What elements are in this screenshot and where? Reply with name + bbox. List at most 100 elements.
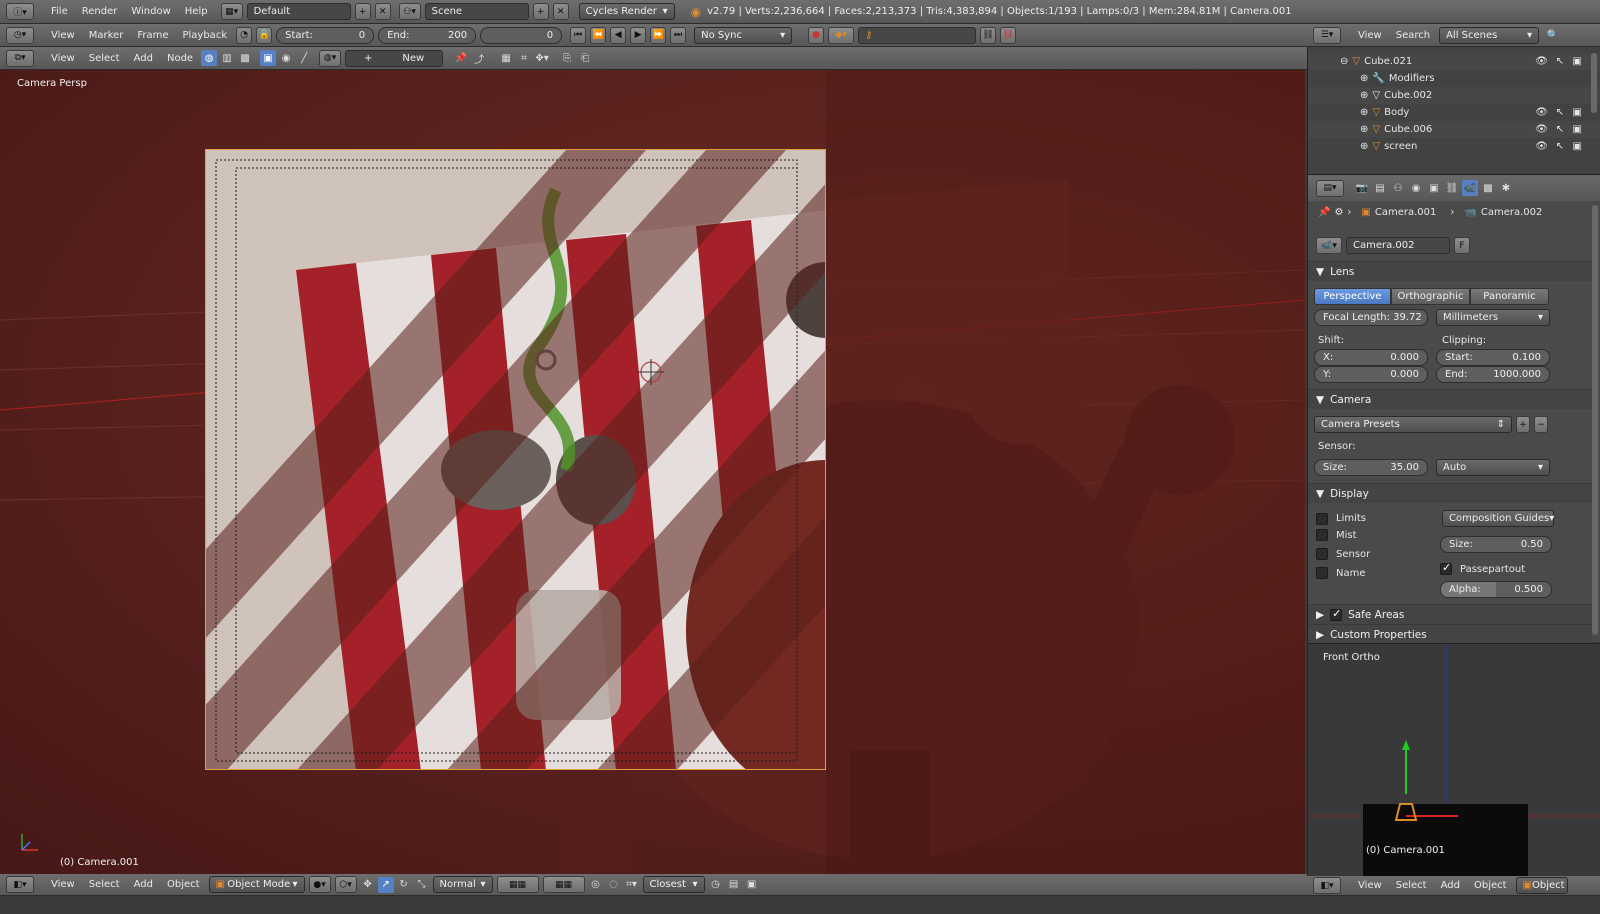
- jump-end-icon[interactable]: ⏭: [670, 26, 687, 44]
- backdrop-icon[interactable]: ▦: [498, 50, 514, 66]
- sensor-size-field[interactable]: Size: 35.00: [1314, 459, 1428, 476]
- editor-type-node-button[interactable]: ⧉▾: [6, 49, 34, 67]
- visibility-eye-icon[interactable]: 👁: [1535, 124, 1548, 135]
- outliner-row[interactable]: ⊕ 🔧 Modifiers: [1308, 70, 1600, 87]
- display-mode-dropdown[interactable]: All Scenes ▾: [1439, 26, 1540, 44]
- camera-presets-dropdown[interactable]: Camera Presets ⇕: [1314, 416, 1512, 433]
- object-shader-icon[interactable]: ▣: [260, 50, 277, 66]
- expand-icon[interactable]: ⊕: [1360, 73, 1368, 84]
- pin-icon[interactable]: 📌: [1318, 207, 1330, 218]
- keying-set-icon[interactable]: ◆▾: [828, 26, 855, 44]
- render-tab-icon[interactable]: 📷: [1354, 180, 1370, 196]
- render-engine-dropdown[interactable]: Cycles Render ▾: [578, 3, 675, 20]
- transform-orientation-dropdown[interactable]: Normal ▾: [432, 876, 493, 893]
- select-arrow-icon[interactable]: ↖: [1556, 56, 1564, 67]
- menu-add[interactable]: Add: [127, 53, 160, 64]
- menu-view[interactable]: View: [1351, 30, 1389, 41]
- visibility-eye-icon[interactable]: 👁: [1535, 141, 1548, 152]
- render-camera-icon[interactable]: ▣: [1573, 141, 1582, 152]
- new-material-button[interactable]: + New: [345, 49, 444, 67]
- object-tab-icon[interactable]: ▣: [1426, 180, 1442, 196]
- lock-layers-icon[interactable]: ◎: [588, 877, 604, 893]
- menu-object[interactable]: Object: [1467, 880, 1514, 891]
- add-scene-button[interactable]: +: [532, 3, 549, 20]
- paste-nodes-icon[interactable]: ⎗: [577, 50, 593, 66]
- camera-browse-icon[interactable]: 📹▾: [1316, 237, 1342, 254]
- texture-nodes-icon[interactable]: ▩: [237, 50, 253, 66]
- screen-layout-icon[interactable]: ▦▾: [220, 3, 243, 20]
- outliner-row[interactable]: ⊕ ▽ Body 👁 ↖ ▣: [1308, 104, 1600, 121]
- menu-window[interactable]: Window: [124, 6, 177, 17]
- lock-icon[interactable]: 🔒: [256, 26, 273, 44]
- render-camera-icon[interactable]: ▣: [1573, 56, 1582, 67]
- lens-panel-header[interactable]: ▼ Lens: [1308, 261, 1592, 281]
- rotate-manipulator-icon[interactable]: ↻: [396, 877, 412, 893]
- passepartout-alpha-field[interactable]: Alpha: 0.500: [1440, 581, 1552, 598]
- prev-keyframe-icon[interactable]: ⏪: [590, 26, 607, 44]
- compositing-nodes-icon[interactable]: ▥: [219, 50, 235, 66]
- snap-icon[interactable]: ⌗: [516, 50, 532, 66]
- interaction-mode-dropdown[interactable]: ▣ Object Mode ▾: [208, 876, 305, 893]
- editor-type-3d-button[interactable]: ◧▾: [1313, 877, 1341, 894]
- outliner-row[interactable]: ⊖ ▽ Cube.021 👁 ↖ ▣: [1308, 53, 1600, 70]
- scene-tab-icon[interactable]: ⚇: [1390, 180, 1406, 196]
- menu-select[interactable]: Select: [82, 53, 127, 64]
- snap-target-dropdown[interactable]: Closest ▾: [642, 876, 705, 893]
- select-arrow-icon[interactable]: ↖: [1556, 124, 1564, 135]
- menu-add[interactable]: Add: [127, 879, 160, 890]
- render-layers-tab-icon[interactable]: ▤: [1372, 180, 1388, 196]
- pin-icon[interactable]: 📌: [453, 50, 469, 66]
- outliner-scrollbar[interactable]: [1591, 53, 1597, 113]
- play-icon[interactable]: ▶: [630, 26, 647, 44]
- scene-icon[interactable]: ⚇▾: [398, 3, 421, 20]
- properties-scrollbar[interactable]: [1592, 205, 1598, 635]
- lens-panoramic-button[interactable]: Panoramic: [1470, 288, 1549, 305]
- menu-view[interactable]: View: [44, 53, 82, 64]
- menu-search[interactable]: Search: [1389, 30, 1437, 41]
- menu-view[interactable]: View: [44, 879, 82, 890]
- display-panel-header[interactable]: ▼ Display: [1308, 483, 1592, 503]
- world-tab-icon[interactable]: ◉: [1408, 180, 1424, 196]
- front-ortho-viewport[interactable]: Front Ortho (0) Camera.001: [1307, 643, 1600, 876]
- particles-tab-icon[interactable]: ✱: [1498, 180, 1514, 196]
- insert-keyframe-icon[interactable]: ⛓: [980, 26, 997, 44]
- layers-grid-2-icon[interactable]: ▦▦: [542, 876, 585, 893]
- name-checkbox[interactable]: Name: [1316, 567, 1440, 579]
- end-frame-field[interactable]: End: 200: [378, 26, 477, 44]
- fake-user-button[interactable]: F: [1454, 237, 1470, 254]
- material-browse-icon[interactable]: ◍▾: [319, 49, 342, 67]
- jump-start-icon[interactable]: ⏮: [570, 26, 587, 44]
- select-arrow-icon[interactable]: ↖: [1556, 107, 1564, 118]
- select-arrow-icon[interactable]: ↖: [1556, 141, 1564, 152]
- translate-manipulator-icon[interactable]: ↗: [377, 876, 394, 893]
- collapse-icon[interactable]: ⊖: [1340, 56, 1348, 67]
- menu-file[interactable]: File: [44, 6, 75, 17]
- interaction-mode-dropdown[interactable]: ▣Object Mode: [1515, 877, 1568, 894]
- menu-view[interactable]: View: [44, 30, 82, 41]
- editor-type-timeline-button[interactable]: ◷▾: [6, 26, 34, 44]
- current-frame-field[interactable]: 0: [480, 26, 563, 44]
- menu-add[interactable]: Add: [1434, 880, 1467, 891]
- opengl-render-icon[interactable]: ◷: [708, 877, 724, 893]
- lens-unit-dropdown[interactable]: Millimeters ▾: [1436, 309, 1550, 326]
- expand-icon[interactable]: ⊕: [1360, 124, 1368, 135]
- visibility-eye-icon[interactable]: 👁: [1535, 56, 1548, 67]
- menu-render[interactable]: Render: [75, 6, 125, 17]
- render-camera-icon[interactable]: ▣: [1573, 124, 1582, 135]
- expand-icon[interactable]: ⊕: [1360, 107, 1368, 118]
- outliner-row[interactable]: ⊕ ▽ Cube.006 👁 ↖ ▣: [1308, 121, 1600, 138]
- safe-areas-checkbox[interactable]: [1330, 607, 1343, 621]
- next-keyframe-icon[interactable]: ⏩: [650, 26, 667, 44]
- camera-data-tab-icon[interactable]: 📹: [1462, 180, 1478, 196]
- camera-panel-header[interactable]: ▼ Camera: [1308, 389, 1592, 409]
- 3d-viewport[interactable]: Camera Persp (0) Camera.001: [0, 70, 1305, 874]
- outliner-row[interactable]: ⊕ ▽ Cube.002: [1308, 87, 1600, 104]
- render-animation-icon[interactable]: ▤: [726, 877, 742, 893]
- snap-toggle-icon[interactable]: ⌗▾: [624, 877, 640, 893]
- menu-view[interactable]: View: [1351, 880, 1389, 891]
- add-layout-button[interactable]: +: [354, 3, 371, 20]
- editor-type-properties-button[interactable]: ▤▾: [1316, 179, 1344, 197]
- record-icon[interactable]: ●: [808, 26, 825, 44]
- menu-playback[interactable]: Playback: [175, 30, 234, 41]
- menu-select[interactable]: Select: [1389, 880, 1434, 891]
